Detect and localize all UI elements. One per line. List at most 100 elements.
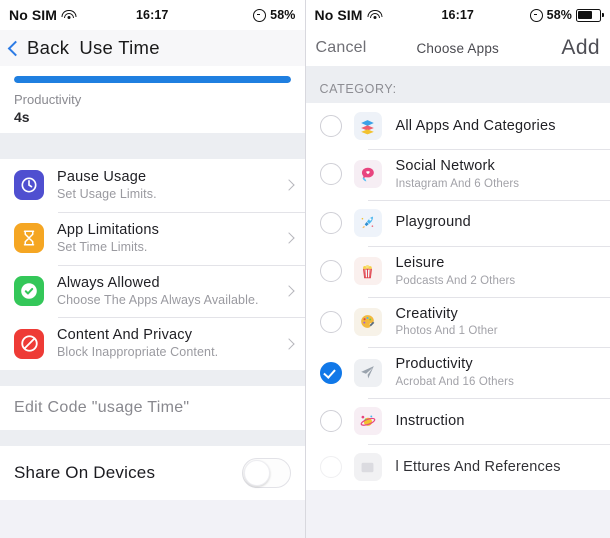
category-title: All Apps And Categories — [395, 117, 556, 134]
category-text: Leisure Podcasts And 2 Others — [396, 254, 599, 289]
category-subtitle: Podcasts And 2 Others — [395, 274, 516, 287]
radio-unselected-icon[interactable] — [319, 211, 342, 234]
category-text: Playground — [396, 213, 599, 232]
share-on-devices-row[interactable]: Share On Devices — [0, 446, 305, 500]
list-item-text: App Limitations Set Time Limits. — [57, 221, 279, 256]
category-row-all-apps[interactable]: All Apps And Categories — [305, 103, 610, 149]
chevron-left-icon — [7, 40, 24, 56]
section-spacer — [0, 370, 305, 386]
wifi-icon — [367, 9, 383, 21]
radio-unselected-icon[interactable] — [319, 260, 342, 283]
list-item[interactable]: App Limitations Set Time Limits. — [0, 211, 305, 265]
category-row-lectures[interactable]: l Ettures And References — [305, 444, 610, 491]
list-item-subtitle: Set Usage Limits. — [57, 187, 157, 202]
list-item[interactable]: Always Allowed Choose The Apps Always Av… — [0, 264, 305, 318]
category-subtitle: Instagram And 6 Others — [395, 177, 520, 190]
status-left-group: No SIM — [9, 7, 77, 23]
usage-time-value: 4s — [14, 109, 30, 125]
category-title: Creativity — [395, 305, 458, 322]
layers-icon — [353, 112, 382, 140]
check-badge-icon — [14, 275, 44, 306]
category-text: Social Network Instagram And 6 Others — [396, 157, 599, 192]
add-button[interactable]: Add — [561, 36, 600, 60]
carrier-label: No SIM — [9, 7, 58, 23]
category-title: Leisure — [395, 254, 445, 271]
back-button[interactable]: Back — [7, 37, 70, 59]
radio-unselected-icon[interactable] — [319, 310, 342, 333]
status-right-group: 58% — [529, 8, 604, 22]
radio-unselected-icon[interactable] — [319, 410, 342, 433]
carrier-label: No SIM — [314, 7, 363, 23]
battery-icon — [576, 8, 604, 22]
paper-plane-icon — [353, 358, 382, 387]
usage-progress-track — [14, 76, 291, 83]
category-text: All Apps And Categories — [396, 117, 599, 136]
category-text: Instruction — [396, 412, 599, 431]
category-title: Productivity — [395, 356, 473, 373]
usage-progress-fill — [14, 76, 291, 83]
chat-heart-icon — [353, 160, 382, 189]
list-item-title: Always Allowed — [57, 274, 160, 291]
alarm-icon — [529, 8, 543, 22]
planet-icon — [353, 407, 382, 436]
status-left-group: No SIM — [314, 7, 383, 23]
section-spacer — [0, 133, 305, 159]
radio-unselected-icon[interactable] — [319, 115, 342, 137]
category-subtitle: Acrobat And 16 Others — [395, 376, 514, 389]
edit-code-button[interactable]: Edit Code "usage Time" — [0, 386, 305, 430]
list-item-text: Pause Usage Set Usage Limits. — [57, 168, 279, 203]
list-item[interactable]: Pause Usage Set Usage Limits. — [0, 159, 305, 212]
book-icon — [353, 453, 382, 482]
nav-bar-right: Cancel Choose Apps Add — [305, 30, 610, 66]
category-title: Instruction — [395, 412, 465, 429]
category-row-productivity[interactable]: Productivity Acrobat And 16 Others — [305, 347, 610, 399]
chevron-right-icon — [282, 232, 295, 244]
list-item-text: Content And Privacy Block Inappropriate … — [57, 326, 279, 361]
section-spacer — [0, 430, 305, 446]
list-item-title: Pause Usage — [57, 169, 147, 185]
downtime-icon — [14, 170, 44, 201]
rocket-icon — [353, 208, 382, 237]
list-item-subtitle: Choose The Apps Always Available. — [57, 292, 259, 307]
battery-percent-label: 58% — [546, 8, 572, 22]
share-on-devices-label: Share On Devices — [14, 463, 156, 482]
category-row-instruction[interactable]: Instruction — [305, 398, 610, 445]
list-item-subtitle: Block Inappropriate Content. — [57, 345, 219, 360]
left-screen-use-time: No SIM 16:17 58% Back Use Time Productiv… — [0, 0, 306, 538]
category-text: Productivity Acrobat And 16 Others — [396, 355, 599, 390]
list-item[interactable]: Content And Privacy Block Inappropriate … — [0, 317, 305, 370]
popcorn-icon — [353, 257, 382, 286]
battery-percent-label: 58% — [270, 8, 296, 22]
dual-screen-comparison: No SIM 16:17 58% Back Use Time Productiv… — [0, 0, 610, 538]
list-item-subtitle: Set Time Limits. — [57, 239, 148, 254]
category-row-social-network[interactable]: Social Network Instagram And 6 Others — [305, 149, 610, 200]
radio-unselected-icon[interactable] — [319, 456, 342, 479]
category-list: All Apps And Categories Social Network I… — [305, 103, 610, 491]
right-screen-choose-apps: No SIM 16:17 58% Cancel Choose Apps Add … — [305, 0, 610, 538]
hourglass-icon — [14, 223, 44, 254]
settings-list: Pause Usage Set Usage Limits. App Limita… — [0, 159, 305, 370]
category-title: Social Network — [395, 158, 495, 174]
wifi-icon — [61, 9, 77, 21]
no-entry-icon — [14, 328, 44, 359]
page-title: Use Time — [79, 37, 160, 58]
status-bar-left: No SIM 16:17 58% — [0, 0, 305, 30]
list-item-title: App Limitations — [57, 221, 160, 238]
cancel-button[interactable]: Cancel — [316, 39, 367, 57]
share-on-devices-toggle[interactable] — [241, 458, 291, 488]
category-text: Creativity Photos And 1 Other — [396, 305, 599, 340]
usage-summary-card: Productivity 4s — [0, 66, 305, 133]
list-item-title: Content And Privacy — [57, 327, 193, 344]
category-row-creativity[interactable]: Creativity Photos And 1 Other — [305, 296, 610, 348]
category-row-leisure[interactable]: Leisure Podcasts And 2 Others — [305, 245, 610, 297]
alarm-icon — [253, 8, 267, 22]
category-row-playground[interactable]: Playground — [305, 199, 610, 246]
nav-bar-left: Back Use Time — [0, 30, 305, 66]
radio-unselected-icon[interactable] — [319, 163, 342, 186]
category-text: l Ettures And References — [396, 458, 599, 477]
back-label: Back — [27, 37, 70, 58]
category-title: l Ettures And References — [395, 458, 561, 475]
radio-selected-icon[interactable] — [319, 361, 342, 384]
toggle-knob — [243, 460, 270, 486]
status-right-group: 58% — [253, 8, 295, 22]
